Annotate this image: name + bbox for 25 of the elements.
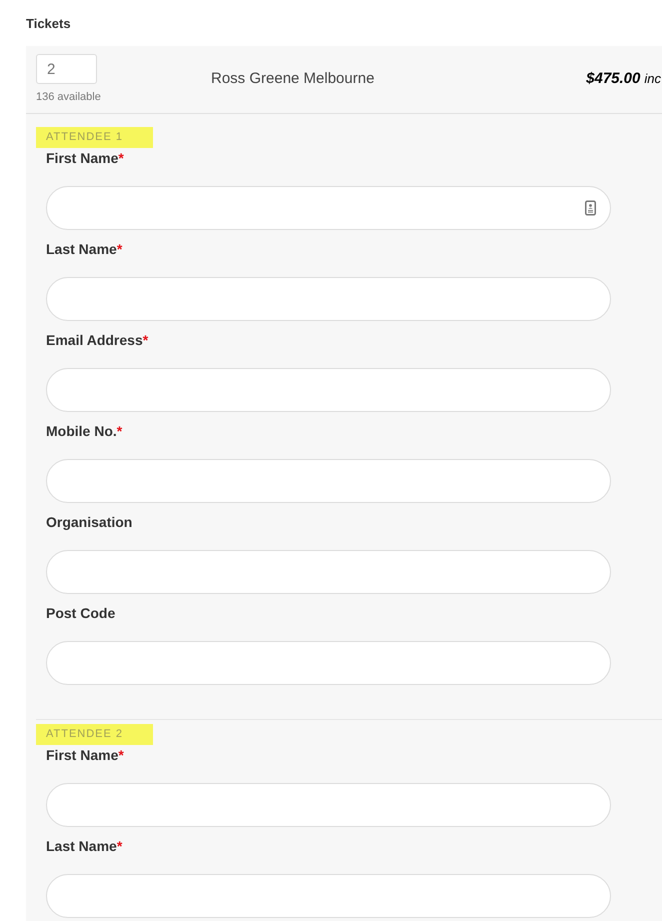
input-field[interactable]: [46, 277, 611, 321]
field-label: Mobile No.*: [46, 422, 122, 441]
field-label: First Name*: [46, 746, 124, 765]
contact-card-icon[interactable]: [585, 200, 596, 216]
field-label: Last Name*: [46, 837, 122, 856]
field-label: Email Address*: [46, 331, 148, 350]
input-field[interactable]: [46, 641, 611, 685]
attendee-heading: ATTENDEE 1: [36, 127, 154, 148]
input-field[interactable]: [46, 874, 611, 918]
quantity-input[interactable]: 2: [36, 54, 97, 84]
field-label: Last Name*: [46, 240, 122, 259]
field-label: Organisation: [46, 513, 132, 532]
input-field[interactable]: [46, 550, 611, 594]
section-title: Tickets: [26, 15, 71, 33]
ticket-name: Ross Greene Melbourne: [211, 68, 376, 89]
input-field[interactable]: [46, 186, 611, 230]
attendee-heading: ATTENDEE 2: [36, 724, 154, 745]
field-label: First Name*: [46, 149, 124, 168]
input-field[interactable]: [46, 368, 611, 412]
price-note: inc: [644, 70, 662, 88]
input-field[interactable]: [46, 459, 611, 503]
availability-text: 136 available: [36, 90, 101, 104]
field-label: Post Code: [46, 604, 116, 623]
ticket-price: $475.00: [586, 68, 640, 89]
input-field[interactable]: [46, 783, 611, 827]
